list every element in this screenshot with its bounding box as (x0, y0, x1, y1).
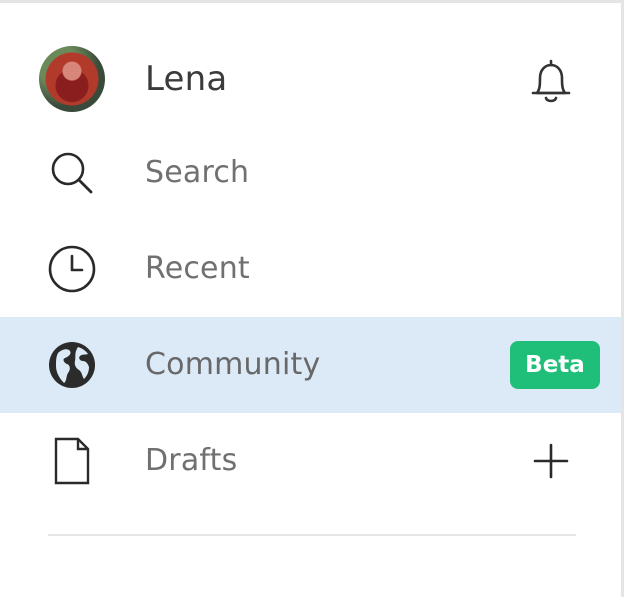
sidebar-item-search[interactable]: Search (0, 125, 621, 221)
sidebar-panel: Lena Search Recent Community Beta Drafts (0, 0, 624, 597)
search-icon (38, 139, 106, 207)
sidebar-item-label: Search (145, 155, 250, 190)
sidebar-item-label: Drafts (145, 443, 238, 478)
sidebar-item-recent[interactable]: Recent (0, 221, 621, 317)
divider (48, 534, 576, 536)
sidebar-item-drafts[interactable]: Drafts (0, 413, 621, 509)
user-row[interactable]: Lena (0, 31, 621, 127)
avatar-image (39, 46, 105, 112)
avatar[interactable] (38, 45, 106, 113)
clock-icon (38, 235, 106, 303)
add-draft-button[interactable] (530, 440, 572, 482)
beta-badge: Beta (510, 341, 600, 389)
plus-icon (533, 443, 569, 479)
sidebar-item-label: Recent (145, 251, 250, 286)
bell-icon[interactable] (528, 56, 574, 106)
sidebar-item-community[interactable]: Community Beta (0, 317, 621, 413)
user-name: Lena (145, 59, 228, 99)
sidebar-item-label: Community (145, 347, 321, 382)
file-icon (38, 427, 106, 495)
globe-icon (38, 331, 106, 399)
